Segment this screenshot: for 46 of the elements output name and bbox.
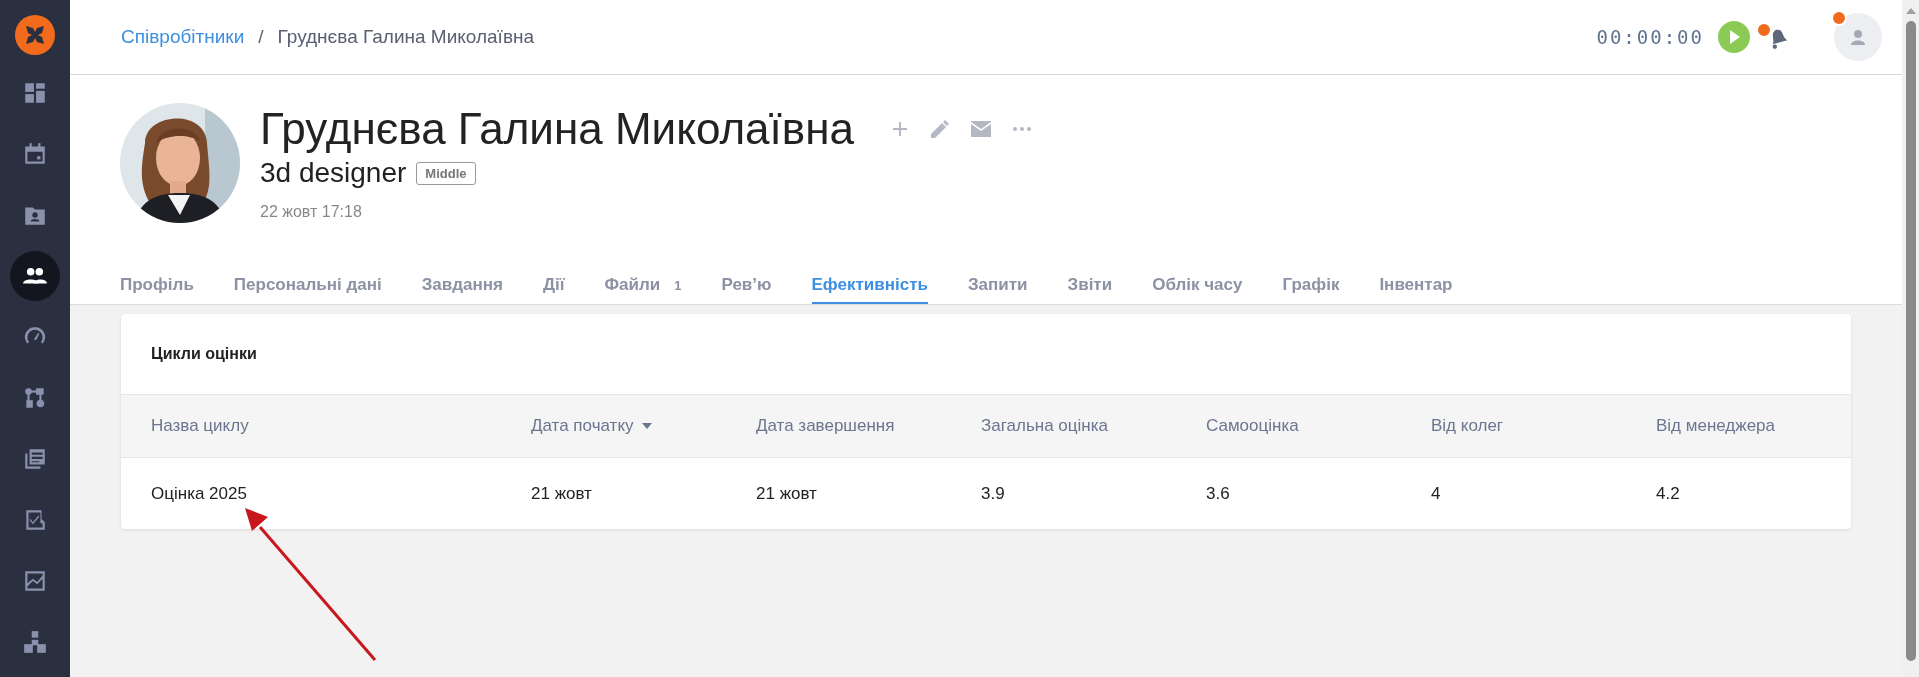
table-cell: 21 жовт xyxy=(756,483,817,504)
column-header[interactable]: Загальна оцінка xyxy=(981,416,1206,436)
tab[interactable]: Завдання xyxy=(421,275,503,304)
level-tag: Middle xyxy=(416,161,476,185)
column-header[interactable]: Дата завершення xyxy=(756,416,981,436)
tab[interactable]: Профіль xyxy=(120,275,194,304)
calendar-icon xyxy=(22,141,48,167)
table-cell: 21 жовт xyxy=(531,483,592,504)
table-cell: Оцінка 2025 xyxy=(151,483,247,504)
column-header[interactable]: Назва циклу xyxy=(151,416,531,436)
table-cell: 4.2 xyxy=(1656,483,1680,504)
table-cell: 3.9 xyxy=(981,483,1005,504)
employee-name: Груднєва Галина Миколаївна xyxy=(260,103,854,155)
card-title: Цикли оцінки xyxy=(150,344,258,364)
tab[interactable]: Ефективність xyxy=(811,275,928,304)
documents-icon xyxy=(22,446,48,472)
tab[interactable]: Запити xyxy=(967,275,1028,304)
logo-icon[interactable] xyxy=(15,15,55,55)
tab[interactable]: Рев’ю xyxy=(721,275,772,304)
table-cell: 4 xyxy=(1431,483,1441,504)
job-title: 3d designer xyxy=(260,157,407,189)
tab[interactable]: Інвентар xyxy=(1379,275,1453,304)
tab[interactable]: Облік часу xyxy=(1152,275,1243,304)
column-header[interactable]: Дата початку xyxy=(531,416,756,436)
tab[interactable]: Графік xyxy=(1282,275,1340,304)
breadcrumb-separator: / xyxy=(258,26,264,48)
sort-caret-icon xyxy=(641,423,652,429)
tab[interactable]: Персональні дані xyxy=(233,275,382,304)
scroll-up-icon[interactable] xyxy=(1905,8,1916,14)
nav-button[interactable] xyxy=(10,251,60,301)
breadcrumb-link[interactable]: Співробітники xyxy=(121,26,245,48)
dashboard-icon xyxy=(22,80,48,106)
chart-icon xyxy=(22,568,48,594)
tab[interactable]: Звіти xyxy=(1067,275,1113,304)
updated-date: 22 жовт 17:18 xyxy=(260,203,363,221)
boxes-icon xyxy=(22,629,48,655)
tab[interactable]: Файли 1 xyxy=(604,275,682,304)
user-avatar[interactable] xyxy=(1834,13,1882,61)
column-header[interactable]: Від менеджера xyxy=(1656,416,1851,436)
column-header[interactable]: Від колег xyxy=(1431,416,1656,436)
scrollbar-thumb[interactable] xyxy=(1905,21,1916,661)
tab[interactable]: Дії xyxy=(542,275,565,304)
breadcrumb-current: Груднєва Галина Миколаївна xyxy=(277,26,535,48)
timer: 00:00:00 xyxy=(1596,26,1704,48)
table-cell: 3.6 xyxy=(1206,483,1230,504)
column-header[interactable]: Самооцінка xyxy=(1206,416,1431,436)
